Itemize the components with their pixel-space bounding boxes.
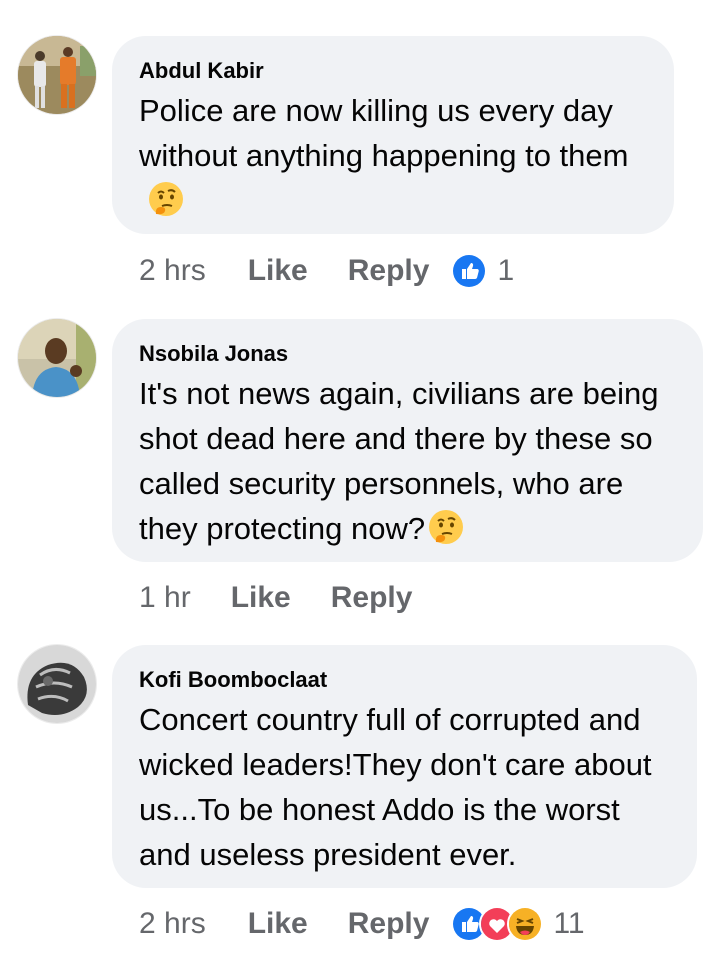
comment-meta: 2 hrs Like Reply 11	[139, 904, 585, 944]
reply-button[interactable]: Reply	[348, 251, 430, 291]
like-button[interactable]: Like	[248, 251, 308, 291]
comment-bubble: Kofi Boomboclaat Concert country full of…	[112, 645, 697, 888]
like-button[interactable]: Like	[248, 904, 308, 944]
comment-author[interactable]: Kofi Boomboclaat	[139, 667, 671, 693]
avatar[interactable]	[18, 645, 96, 723]
comment: Nsobila Jonas It's not news again, civil…	[0, 300, 720, 630]
comment-time[interactable]: 1 hr	[139, 578, 191, 618]
like-button[interactable]: Like	[231, 578, 291, 618]
comment-bubble: Abdul Kabir Police are now killing us ev…	[112, 36, 674, 234]
thinking-face-icon	[427, 508, 465, 546]
reply-button[interactable]: Reply	[348, 904, 430, 944]
comment-text: Police are now killing us every day with…	[139, 88, 648, 223]
comment-bubble: Nsobila Jonas It's not news again, civil…	[112, 319, 703, 562]
comment-author[interactable]: Nsobila Jonas	[139, 341, 677, 367]
reply-button[interactable]: Reply	[331, 578, 413, 618]
thinking-face-icon	[147, 180, 185, 218]
avatar[interactable]	[18, 319, 96, 397]
reaction-summary[interactable]	[451, 253, 488, 289]
comment-author[interactable]: Abdul Kabir	[139, 58, 648, 84]
reaction-summary[interactable]	[451, 906, 544, 942]
reaction-count[interactable]: 1	[497, 251, 514, 291]
comment-text: Concert country full of corrupted and wi…	[139, 702, 652, 872]
like-reaction-icon	[451, 253, 488, 289]
haha-reaction-icon	[507, 906, 544, 942]
comment-meta: 2 hrs Like Reply 1	[139, 251, 514, 291]
comment-text-content: Police are now killing us every day with…	[139, 93, 629, 173]
comment-text-content: It's not news again, civilians are being…	[139, 376, 659, 546]
comment-meta: 1 hr Like Reply	[139, 578, 412, 618]
comment-time[interactable]: 2 hrs	[139, 251, 206, 291]
reaction-count[interactable]: 11	[553, 904, 584, 944]
comment: Abdul Kabir Police are now killing us ev…	[0, 0, 720, 300]
avatar[interactable]	[18, 36, 96, 114]
comment-text: It's not news again, civilians are being…	[139, 371, 677, 551]
comment-time[interactable]: 2 hrs	[139, 904, 206, 944]
comment: Kofi Boomboclaat Concert country full of…	[0, 630, 720, 969]
